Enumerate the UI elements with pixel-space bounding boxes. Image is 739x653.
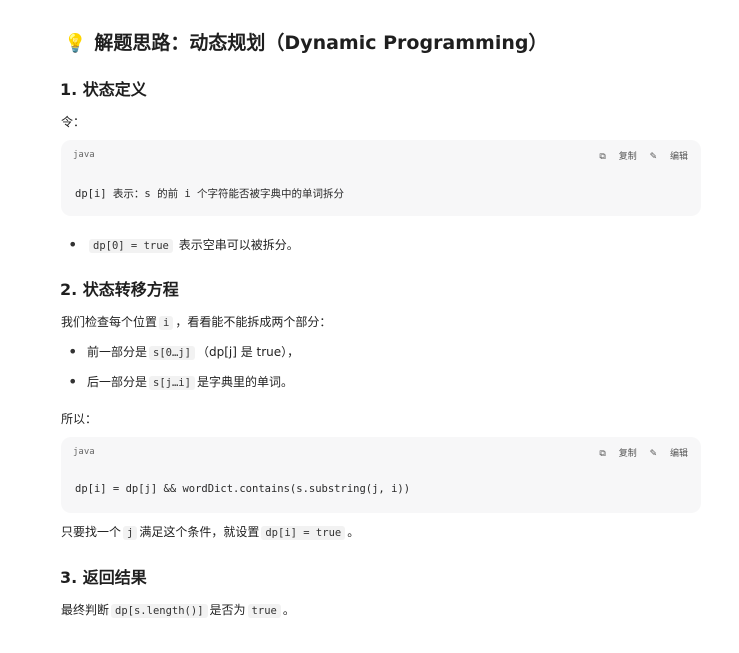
code-block: java ⧉ 复制 ✎ 编辑 dp[i] = dp[j] && wordDict… — [61, 437, 701, 513]
edit-button[interactable]: ✎ 编辑 — [650, 449, 688, 459]
bullet-dot: • — [68, 235, 78, 254]
page-title-text: 解题思路：动态规划（Dynamic Programming） — [94, 32, 548, 54]
paragraph: 最终判断 dp[s.length()] 是否为 true。 — [61, 603, 295, 618]
inline-code: dp[s.length()] — [111, 604, 208, 618]
section-heading-return: 3. 返回结果 — [60, 568, 147, 587]
bullet-dot: • — [68, 372, 78, 391]
inline-code: j — [123, 526, 138, 540]
code-line: dp[i] = dp[j] && wordDict.contains(s.sub… — [75, 483, 411, 495]
section-heading-state-definition: 1. 状态定义 — [60, 80, 147, 99]
inline-code: i — [159, 316, 174, 330]
copy-button[interactable]: ⧉ 复制 — [599, 449, 636, 459]
list-item: dp[0] = true 表示空串可以被拆分。 — [87, 236, 299, 255]
section-heading-transition: 2. 状态转移方程 — [60, 280, 179, 299]
edit-button[interactable]: ✎ 编辑 — [650, 152, 688, 162]
inline-code: s[0…j] — [149, 346, 195, 360]
page-title: 💡 解题思路：动态规划（Dynamic Programming） — [64, 30, 548, 57]
paragraph: 只要找一个 j 满足这个条件，就设置 dp[i] = true。 — [61, 525, 360, 540]
list-item: 后一部分是 s[j…i] 是字典里的单词。 — [87, 375, 293, 390]
code-language-label: java — [73, 150, 95, 160]
bullet-dot: • — [68, 342, 78, 361]
code-line: dp[i] 表示：s 的前 i 个字符能否被字典中的单词拆分 — [75, 188, 345, 200]
paragraph: 我们检查每个位置 i ，看看能不能拆成两个部分： — [61, 315, 332, 330]
lightbulb-icon: 💡 — [64, 33, 87, 54]
inline-code: true — [247, 604, 281, 618]
inline-code: dp[i] = true — [261, 526, 346, 540]
code-toolbar: ⧉ 复制 ✎ 编辑 — [589, 446, 688, 459]
paragraph: 所以： — [61, 412, 98, 426]
code-language-label: java — [73, 447, 95, 457]
inline-code: s[j…i] — [149, 376, 195, 390]
code-toolbar: ⧉ 复制 ✎ 编辑 — [589, 149, 688, 162]
list-item: 前一部分是 s[0…j] （dp[j] 是 true）， — [87, 345, 300, 360]
copy-button[interactable]: ⧉ 复制 — [599, 152, 636, 162]
inline-code: dp[0] = true — [89, 239, 173, 253]
code-block: java ⧉ 复制 ✎ 编辑 dp[i] 表示：s 的前 i 个字符能否被字典中… — [61, 140, 701, 216]
intro-text: 令： — [61, 115, 86, 129]
